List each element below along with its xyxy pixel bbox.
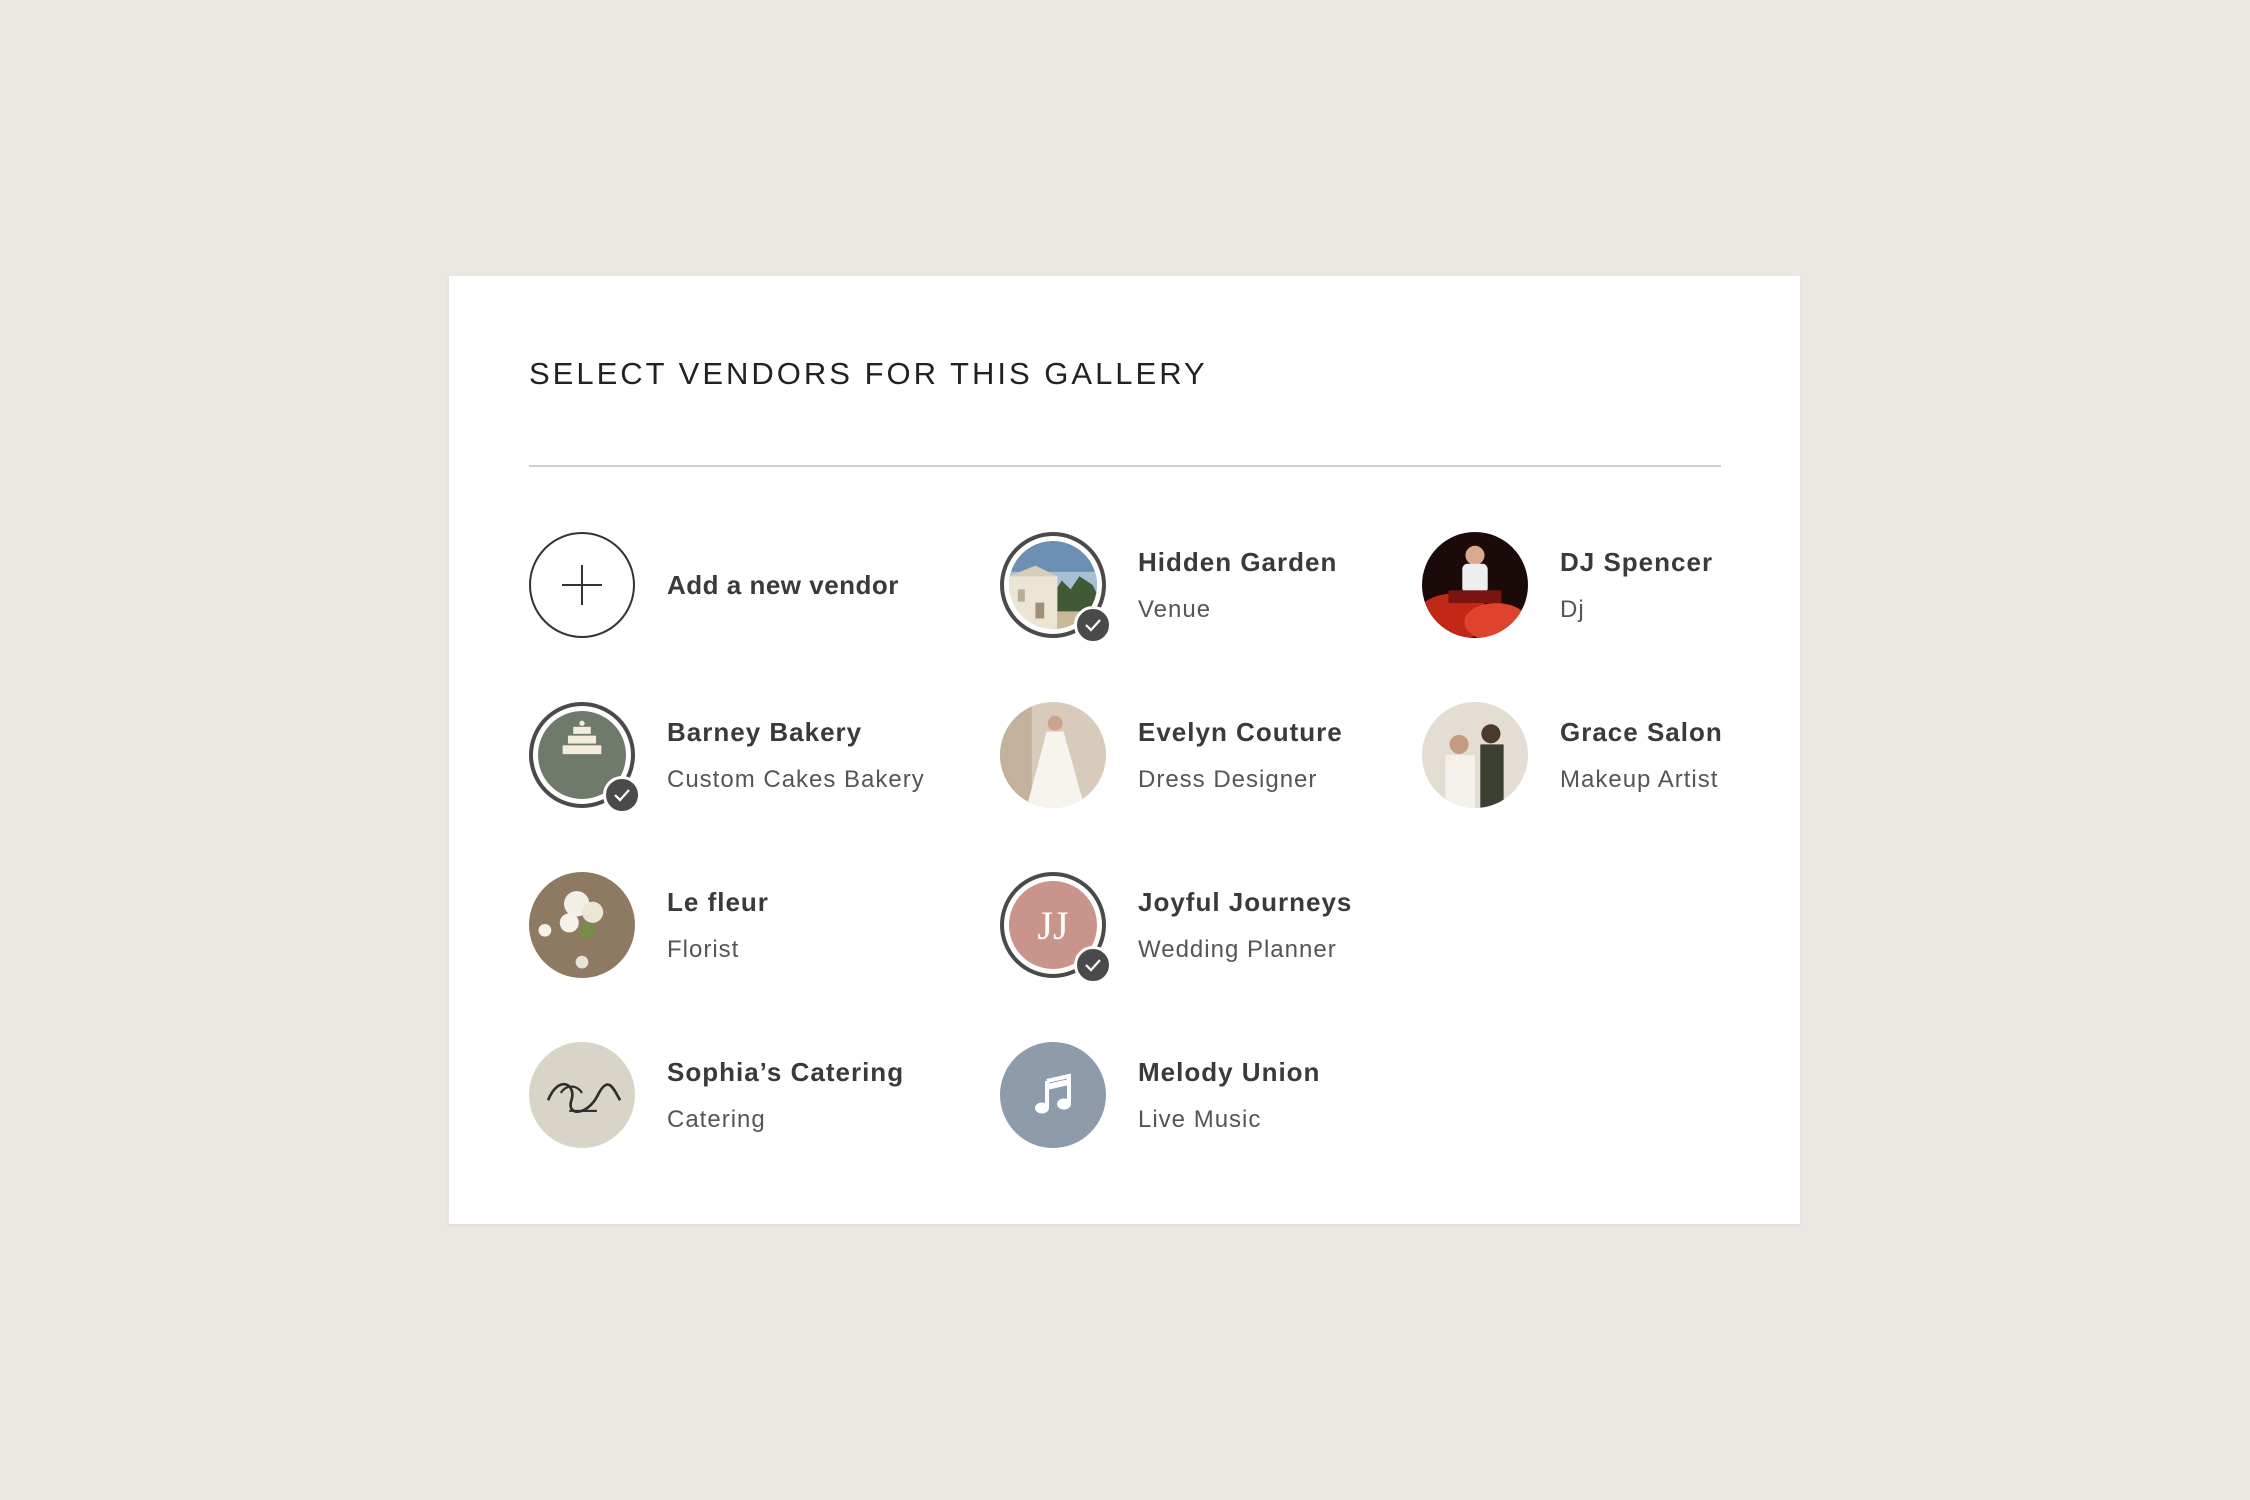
vendor-name: Melody Union xyxy=(1138,1056,1321,1087)
checkmark-icon xyxy=(1074,946,1112,984)
vendor-role: Catering xyxy=(667,1105,766,1133)
vendor-role: Live Music xyxy=(1138,1105,1262,1133)
vendor-role: Makeup Artist xyxy=(1560,765,1719,793)
vendor-item-le-fleur[interactable]: Le fleur Florist xyxy=(529,869,769,981)
avatar xyxy=(1000,532,1112,644)
vendor-item-grace-salon[interactable]: Grace Salon Makeup Artist xyxy=(1422,699,1723,811)
add-vendor-label: Add a new vendor xyxy=(667,569,899,600)
vendor-role: Dj xyxy=(1560,595,1585,623)
avatar xyxy=(529,1042,635,1148)
vendor-role: Florist xyxy=(667,935,740,963)
avatar xyxy=(1000,702,1106,808)
plus-icon xyxy=(529,532,635,638)
vendor-role: Wedding Planner xyxy=(1138,935,1337,963)
avatar xyxy=(529,872,635,978)
checkmark-icon xyxy=(603,776,641,814)
vendor-item-dj-spencer[interactable]: DJ Spencer Dj xyxy=(1422,529,1713,641)
avatar: JJ xyxy=(1000,872,1112,984)
avatar xyxy=(529,702,641,814)
salon-photo xyxy=(1422,702,1528,808)
initials: JJ xyxy=(1037,902,1069,948)
music-note-icon xyxy=(1000,1042,1106,1148)
catering-logo xyxy=(529,1042,635,1148)
vendor-name: Joyful Journeys xyxy=(1138,886,1353,917)
vendor-role: Dress Designer xyxy=(1138,765,1318,793)
checkmark-icon xyxy=(1074,606,1112,644)
flowers-photo xyxy=(529,872,635,978)
dress-photo xyxy=(1000,702,1106,808)
add-vendor-button[interactable]: Add a new vendor xyxy=(529,529,899,641)
vendor-selection-dialog: SELECT VENDORS FOR THIS GALLERY Add a ne… xyxy=(449,276,1800,1224)
vendor-item-evelyn-couture[interactable]: Evelyn Couture Dress Designer xyxy=(1000,699,1343,811)
vendor-item-joyful-journeys[interactable]: JJ Joyful Journeys Wedding Planner xyxy=(1000,869,1353,984)
avatar xyxy=(1422,532,1528,638)
dj-photo xyxy=(1422,532,1528,638)
vendor-item-hidden-garden[interactable]: Hidden Garden Venue xyxy=(1000,529,1338,644)
vendor-name: Sophia’s Catering xyxy=(667,1056,905,1087)
vendor-name: Hidden Garden xyxy=(1138,546,1338,577)
vendor-name: Grace Salon xyxy=(1560,716,1723,747)
vendor-role: Venue xyxy=(1138,595,1212,623)
vendor-role: Custom Cakes Bakery xyxy=(667,765,925,793)
vendor-item-melody-union[interactable]: Melody Union Live Music xyxy=(1000,1039,1320,1151)
vendor-item-sophias-catering[interactable]: Sophia’s Catering Catering xyxy=(529,1039,904,1151)
vendor-name: Le fleur xyxy=(667,886,769,917)
vendor-item-barney-bakery[interactable]: Barney Bakery Custom Cakes Bakery xyxy=(529,699,925,814)
vendor-name: Barney Bakery xyxy=(667,716,863,747)
vendor-name: DJ Spencer xyxy=(1560,546,1714,577)
avatar xyxy=(1000,1042,1106,1148)
dialog-title: SELECT VENDORS FOR THIS GALLERY xyxy=(529,356,1208,391)
divider xyxy=(529,465,1721,467)
avatar xyxy=(1422,702,1528,808)
vendor-name: Evelyn Couture xyxy=(1138,716,1343,747)
